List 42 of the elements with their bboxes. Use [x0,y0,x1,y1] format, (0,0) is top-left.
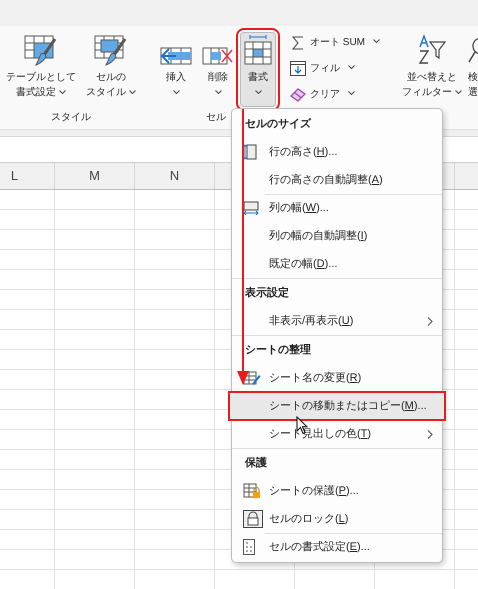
lock-icon [243,510,263,528]
format-dialog-icon [243,539,255,555]
table-brush-icon [24,35,58,67]
menu-item[interactable]: セルの書式設定(E)... [232,533,442,561]
sheet-lock-icon [243,483,261,499]
ribbon-small-button[interactable]: クリア [290,86,396,103]
menu-item[interactable]: 行の高さ(H)... [232,138,442,166]
column-header[interactable]: M [89,166,100,186]
sort-filter-button[interactable]: 並べ替えと フィルター [402,34,462,106]
ribbon-button[interactable]: セルの スタイル [82,32,140,107]
sort-filter-icon [417,34,447,66]
find-select-button[interactable]: 検 選 [468,34,478,106]
menu-item[interactable]: 非表示/再表示(U) [232,307,442,335]
menu-item[interactable]: 列の幅の自動調整(I) [232,222,442,250]
menu-item[interactable]: 既定の幅(D)... [232,250,442,278]
column-width-icon [243,201,259,215]
insert-cells-icon [160,45,192,67]
sigma-icon [292,36,304,50]
ribbon-small-button[interactable]: オート SUM [290,34,396,51]
menu-item[interactable]: セルのロック(L) [232,505,442,533]
group-label: スタイル [51,111,91,125]
ribbon-button[interactable]: テーブルとして 書式設定 [2,32,80,107]
menu-section-header: シートの整理 [245,342,311,358]
group-label: セル [206,111,226,125]
menu-item[interactable]: 列の幅(W)... [232,194,442,222]
ribbon-small-button[interactable]: フィル [290,60,396,77]
menu-section-header: セルのサイズ [245,116,311,132]
format-cells-icon [244,35,272,67]
menu-section-header: 表示設定 [245,286,289,301]
cell-brush-icon [94,35,128,67]
column-header[interactable]: L [10,166,18,186]
column-header[interactable]: N [170,166,180,186]
menu-item[interactable]: シートの保護(P)... [232,477,442,505]
eraser-icon [290,88,306,102]
menu-item[interactable]: シートの移動またはコピー(M)... [229,392,445,420]
menu-section-header: 保護 [245,456,267,471]
fill-down-icon [290,61,306,76]
menu-item[interactable]: シート見出しの色(T) [232,420,442,448]
delete-cells-icon [202,45,234,67]
row-height-icon [243,144,257,160]
menu-item[interactable]: 行の高さの自動調整(A) [232,166,442,194]
ribbon-button[interactable]: 挿入 [156,32,196,107]
